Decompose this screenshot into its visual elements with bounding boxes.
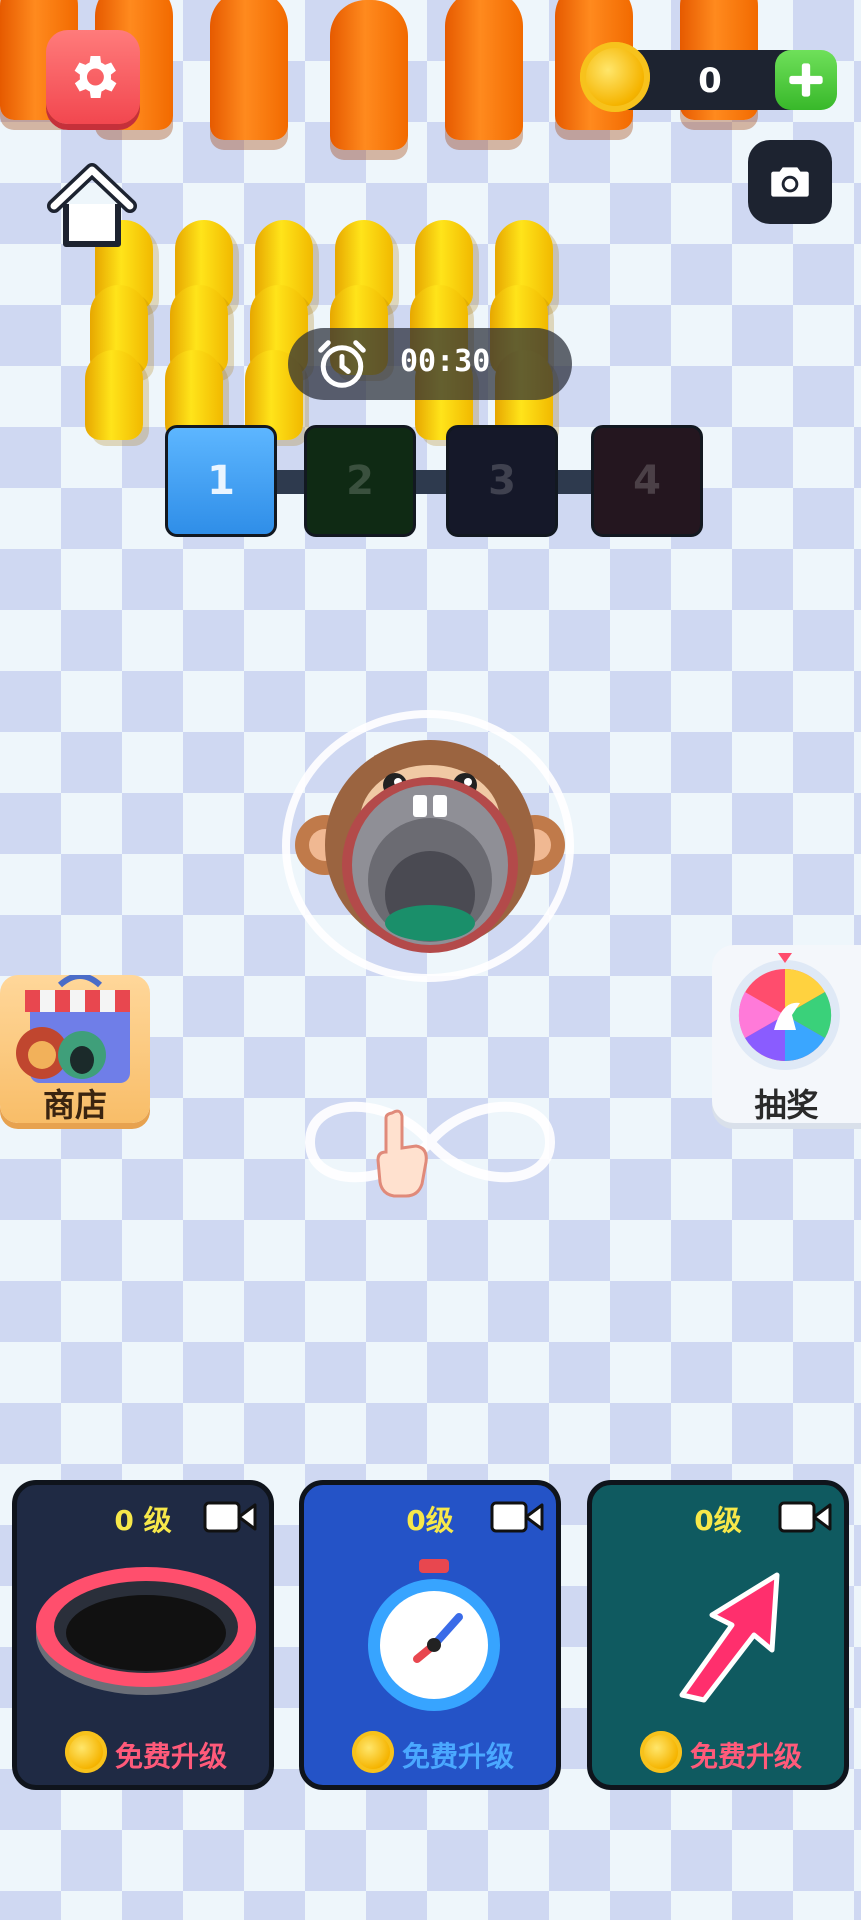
orange-pin: [210, 0, 288, 140]
video-ad-icon: [778, 1501, 832, 1533]
stopwatch-icon: [368, 1559, 500, 1711]
level-number: 1: [207, 458, 235, 504]
camera-icon: [771, 167, 809, 197]
plus-icon: [789, 63, 823, 97]
timer-text: 00:30: [400, 344, 491, 379]
arrow-up-right-icon: [679, 1572, 780, 1703]
lottery-label: 抽奖: [754, 1086, 819, 1124]
level-number: 4: [633, 458, 661, 504]
level-number: 3: [488, 458, 516, 504]
home-button[interactable]: [46, 160, 138, 252]
free-upgrade-label: 免费升级: [690, 1740, 803, 1773]
home-icon: [47, 163, 137, 247]
free-upgrade-label: 免费升级: [402, 1740, 515, 1773]
orange-pin: [330, 0, 408, 150]
orange-pin: [445, 0, 523, 140]
prize-wheel-icon: [730, 953, 840, 1070]
free-upgrade-label: 免费升级: [115, 1740, 228, 1773]
level-tile-3: 3: [446, 425, 558, 537]
coin-count: 0: [698, 61, 722, 101]
monkey-hole-character[interactable]: [295, 715, 565, 960]
camera-button[interactable]: [748, 140, 832, 224]
alarm-clock-icon: [318, 340, 366, 388]
gear-icon: [74, 55, 117, 99]
add-coins-button[interactable]: [775, 50, 837, 110]
upgrade-card-size[interactable]: 0 级 免费升级: [12, 1480, 274, 1790]
video-ad-icon: [490, 1501, 544, 1533]
yellow-pin: [85, 350, 143, 440]
hole-ring-icon: [36, 1567, 256, 1695]
upgrade-card-time[interactable]: 0级 免费升级: [299, 1480, 561, 1790]
coin-icon: [640, 1731, 682, 1773]
settings-button[interactable]: [46, 30, 140, 124]
level-tile-4: 4: [591, 425, 703, 537]
shopping-bag-icon: [16, 973, 130, 1083]
pointing-finger-icon: [376, 1109, 428, 1198]
level-tile-1: 1: [165, 425, 277, 537]
video-ad-icon: [203, 1501, 257, 1533]
coin-icon: [352, 1731, 394, 1773]
upgrade-card-speed[interactable]: 0级 免费升级: [587, 1480, 849, 1790]
level-number: 2: [346, 458, 374, 504]
shop-label: 商店: [42, 1086, 107, 1124]
level-tile-2: 2: [304, 425, 416, 537]
coin-icon: [65, 1731, 107, 1773]
coin-icon: [580, 42, 650, 112]
